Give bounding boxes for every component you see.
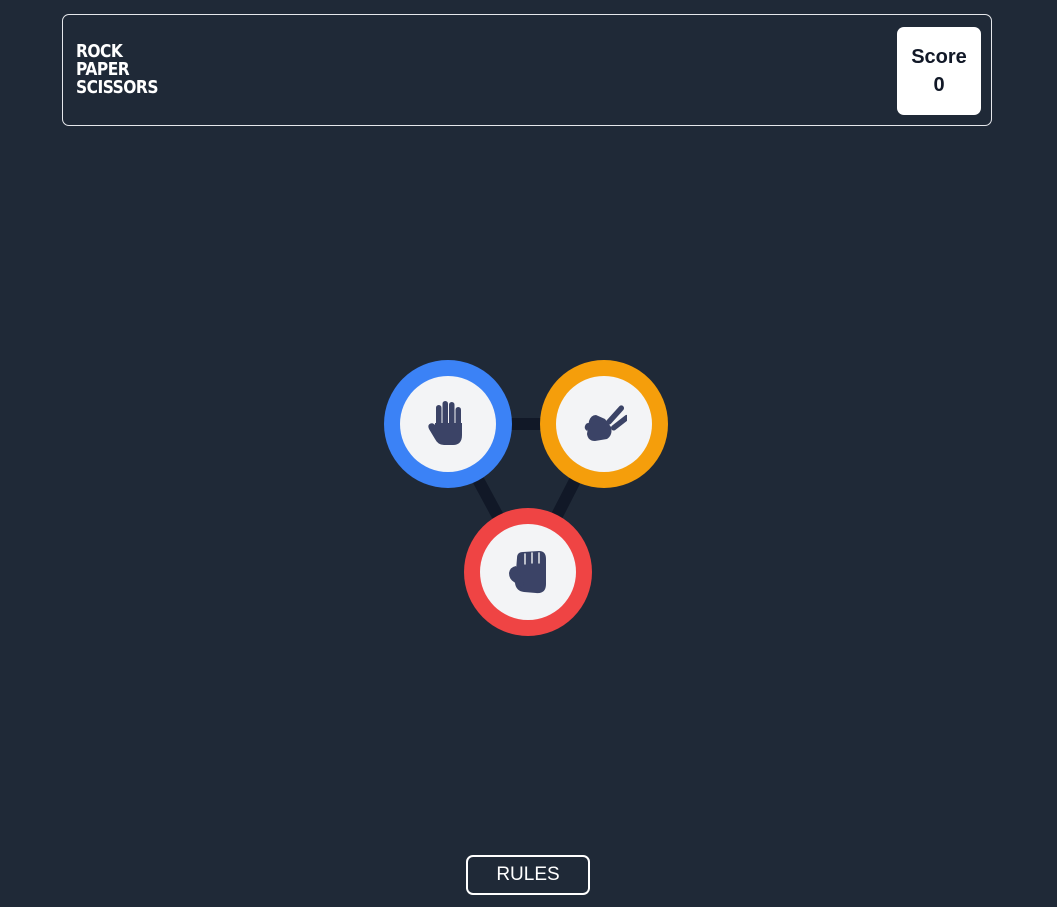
paper-hand-icon: [428, 401, 462, 445]
rules-button[interactable]: RULES: [466, 855, 590, 895]
scissors-choice-button[interactable]: [540, 360, 668, 488]
scissors-choice-face: [556, 376, 652, 472]
scissors-hand-icon: [584, 405, 627, 441]
game-board: [0, 0, 1057, 907]
rock-fist-icon: [509, 551, 546, 594]
rock-choice-face: [480, 524, 576, 620]
rock-choice-button[interactable]: [464, 508, 592, 636]
paper-choice-face: [400, 376, 496, 472]
paper-choice-button[interactable]: [384, 360, 512, 488]
triangle-connector: [442, 418, 610, 578]
